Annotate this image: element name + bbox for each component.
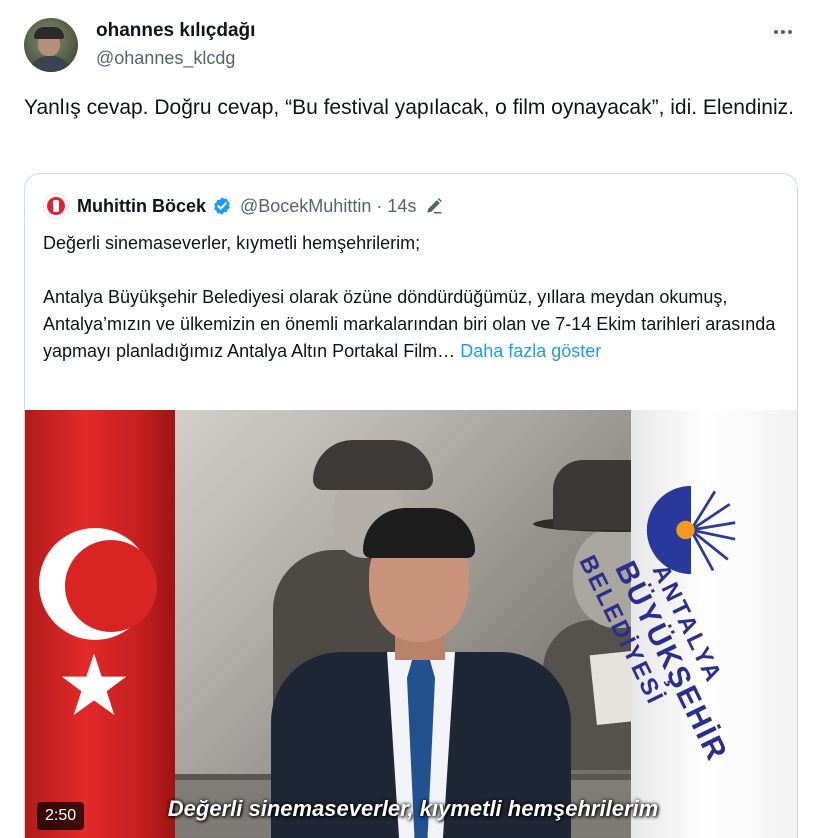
quoted-avatar[interactable] <box>43 193 69 219</box>
tweet-text: Yanlış cevap. Doğru cevap, “Bu festival … <box>24 96 794 119</box>
video-duration-badge: 2:50 <box>37 802 85 830</box>
turkish-flag <box>25 410 175 838</box>
quoted-paragraph-2-text: Antalya Büyükşehir Belediyesi olarak özü… <box>43 287 776 361</box>
author-handle[interactable]: @ohannes_klcdg <box>96 48 235 69</box>
quoted-display-name[interactable]: Muhittin Böcek <box>77 196 206 217</box>
verified-badge-icon <box>214 197 230 215</box>
quoted-tweet[interactable]: Muhittin Böcek @BocekMuhittin · 14s Değe… <box>24 173 798 838</box>
quoted-handle[interactable]: @BocekMuhittin <box>240 196 371 217</box>
edit-pencil-icon <box>427 198 443 214</box>
dot-separator: · <box>376 195 383 216</box>
quoted-timestamp[interactable]: 14s <box>387 196 416 217</box>
quoted-tweet-header: Muhittin Böcek @BocekMuhittin · 14s <box>43 192 444 220</box>
quoted-paragraph-2: Antalya Büyükşehir Belediyesi olarak özü… <box>43 284 783 365</box>
more-dots-icon[interactable] <box>768 20 798 44</box>
quoted-tweet-text: Değerli sinemaseverler, kıymetli hemşehr… <box>43 230 783 365</box>
tweet-header: ohannes kılıçdağı @ohannes_klcdg <box>24 18 804 74</box>
video-caption: Değerli sinemaseverler, kıymetli hemşehr… <box>167 796 659 821</box>
speaker-figure <box>271 508 571 838</box>
municipality-banner: ANTALYA BÜYÜKŞEHİR BELEDİYESİ <box>573 410 797 838</box>
avatar[interactable] <box>24 18 78 72</box>
show-more-link[interactable]: Daha fazla göster <box>460 341 601 361</box>
author-display-name[interactable]: ohannes kılıçdağı <box>96 20 255 42</box>
sun-logo-icon <box>646 485 736 575</box>
video-player[interactable]: ANTALYA BÜYÜKŞEHİR BELEDİYESİ 2:50 Değer… <box>25 410 797 838</box>
quoted-paragraph-1: Değerli sinemaseverler, kıymetli hemşehr… <box>43 233 421 253</box>
